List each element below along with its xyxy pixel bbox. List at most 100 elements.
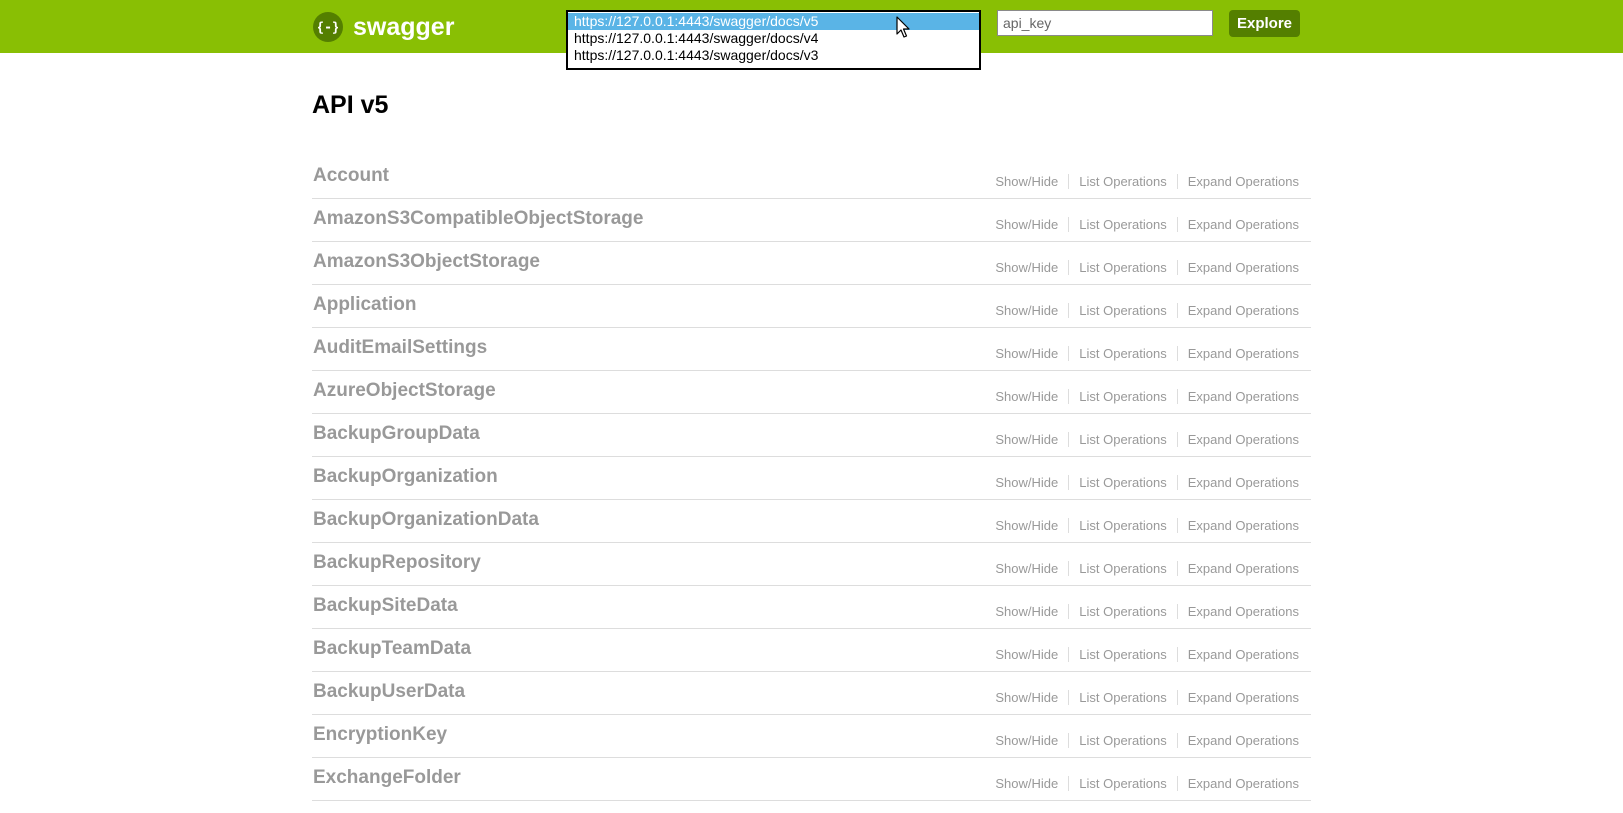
resource-row: BackupRepository Show/Hide List Operations… bbox=[312, 543, 1311, 586]
list-operations-link[interactable]: List Operations bbox=[1069, 690, 1178, 705]
expand-operations-link[interactable]: Expand Operations bbox=[1178, 432, 1299, 447]
resource-row: BackupSiteData Show/Hide List Operations Ex… bbox=[312, 586, 1311, 629]
show-hide-link[interactable]: Show/Hide bbox=[985, 346, 1070, 361]
resource-actions: Show/Hide List Operations Expand Operation… bbox=[985, 217, 1299, 232]
resource-actions: Show/Hide List Operations Expand Operation… bbox=[985, 776, 1299, 791]
show-hide-link[interactable]: Show/Hide bbox=[985, 432, 1070, 447]
resource-name[interactable]: AmazonS3ObjectStorage bbox=[313, 251, 540, 273]
expand-operations-link[interactable]: Expand Operations bbox=[1178, 647, 1299, 662]
show-hide-link[interactable]: Show/Hide bbox=[985, 776, 1070, 791]
expand-operations-link[interactable]: Expand Operations bbox=[1178, 260, 1299, 275]
show-hide-link[interactable]: Show/Hide bbox=[985, 174, 1070, 189]
list-operations-link[interactable]: List Operations bbox=[1069, 518, 1178, 533]
expand-operations-link[interactable]: Expand Operations bbox=[1178, 217, 1299, 232]
resource-name[interactable]: Account bbox=[313, 165, 389, 187]
expand-operations-link[interactable]: Expand Operations bbox=[1178, 303, 1299, 318]
list-operations-link[interactable]: List Operations bbox=[1069, 776, 1178, 791]
resource-actions: Show/Hide List Operations Expand Operation… bbox=[985, 604, 1299, 619]
resource-row: AuditEmailSettings Show/Hide List Operatio… bbox=[312, 328, 1311, 371]
swagger-braces-icon: {-} bbox=[313, 12, 343, 42]
resource-name[interactable]: BackupGroupData bbox=[313, 423, 480, 445]
show-hide-link[interactable]: Show/Hide bbox=[985, 604, 1070, 619]
expand-operations-link[interactable]: Expand Operations bbox=[1178, 389, 1299, 404]
show-hide-link[interactable]: Show/Hide bbox=[985, 733, 1070, 748]
resource-list: Account Show/Hide List Operations Expand Op… bbox=[312, 156, 1311, 801]
url-option[interactable]: https://127.0.0.1:4443/swagger/docs/v3 bbox=[568, 47, 979, 64]
expand-operations-link[interactable]: Expand Operations bbox=[1178, 690, 1299, 705]
resource-name[interactable]: BackupOrganizationData bbox=[313, 509, 539, 531]
logo-text: swagger bbox=[353, 12, 455, 41]
resource-actions: Show/Hide List Operations Expand Operation… bbox=[985, 260, 1299, 275]
list-operations-link[interactable]: List Operations bbox=[1069, 432, 1178, 447]
list-operations-link[interactable]: List Operations bbox=[1069, 174, 1178, 189]
resource-name[interactable]: ExchangeFolder bbox=[313, 767, 461, 789]
expand-operations-link[interactable]: Expand Operations bbox=[1178, 561, 1299, 576]
show-hide-link[interactable]: Show/Hide bbox=[985, 561, 1070, 576]
mouse-pointer-icon bbox=[896, 16, 910, 38]
resource-actions: Show/Hide List Operations Expand Operation… bbox=[985, 432, 1299, 447]
resource-row: ExchangeFolder Show/Hide List Operations Ex… bbox=[312, 758, 1311, 801]
list-operations-link[interactable]: List Operations bbox=[1069, 604, 1178, 619]
list-operations-link[interactable]: List Operations bbox=[1069, 346, 1178, 361]
api-url-dropdown[interactable]: https://127.0.0.1:4443/swagger/docs/v5 h… bbox=[566, 10, 981, 70]
explore-button[interactable]: Explore bbox=[1229, 10, 1300, 37]
resource-row: BackupOrganization Show/Hide List Operatio… bbox=[312, 457, 1311, 500]
resource-row: Application Show/Hide List Operations Expan… bbox=[312, 285, 1311, 328]
list-operations-link[interactable]: List Operations bbox=[1069, 561, 1178, 576]
resource-row: BackupUserData Show/Hide List Operations Ex… bbox=[312, 672, 1311, 715]
show-hide-link[interactable]: Show/Hide bbox=[985, 690, 1070, 705]
show-hide-link[interactable]: Show/Hide bbox=[985, 647, 1070, 662]
top-bar: {-} swagger https://127.0.0.1:4443/swagg… bbox=[0, 0, 1623, 70]
resource-name[interactable]: BackupRepository bbox=[313, 552, 481, 574]
expand-operations-link[interactable]: Expand Operations bbox=[1178, 776, 1299, 791]
show-hide-link[interactable]: Show/Hide bbox=[985, 389, 1070, 404]
resource-actions: Show/Hide List Operations Expand Operation… bbox=[985, 389, 1299, 404]
resource-row: AmazonS3CompatibleObjectStorage Show/Hide… bbox=[312, 199, 1311, 242]
resource-actions: Show/Hide List Operations Expand Operation… bbox=[985, 733, 1299, 748]
list-operations-link[interactable]: List Operations bbox=[1069, 647, 1178, 662]
resource-actions: Show/Hide List Operations Expand Operation… bbox=[985, 647, 1299, 662]
resource-name[interactable]: AmazonS3CompatibleObjectStorage bbox=[313, 208, 643, 230]
resource-name[interactable]: EncryptionKey bbox=[313, 724, 447, 746]
expand-operations-link[interactable]: Expand Operations bbox=[1178, 733, 1299, 748]
expand-operations-link[interactable]: Expand Operations bbox=[1178, 604, 1299, 619]
expand-operations-link[interactable]: Expand Operations bbox=[1178, 346, 1299, 361]
list-operations-link[interactable]: List Operations bbox=[1069, 475, 1178, 490]
resource-actions: Show/Hide List Operations Expand Operation… bbox=[985, 475, 1299, 490]
resource-actions: Show/Hide List Operations Expand Operation… bbox=[985, 690, 1299, 705]
resource-name[interactable]: BackupOrganization bbox=[313, 466, 498, 488]
resource-name[interactable]: BackupUserData bbox=[313, 681, 465, 703]
resource-name[interactable]: BackupTeamData bbox=[313, 638, 471, 660]
show-hide-link[interactable]: Show/Hide bbox=[985, 260, 1070, 275]
resource-actions: Show/Hide List Operations Expand Operation… bbox=[985, 174, 1299, 189]
resource-row: BackupGroupData Show/Hide List Operations E… bbox=[312, 414, 1311, 457]
show-hide-link[interactable]: Show/Hide bbox=[985, 303, 1070, 318]
list-operations-link[interactable]: List Operations bbox=[1069, 260, 1178, 275]
url-option[interactable]: https://127.0.0.1:4443/swagger/docs/v5 bbox=[568, 13, 979, 30]
show-hide-link[interactable]: Show/Hide bbox=[985, 518, 1070, 533]
swagger-logo[interactable]: {-} swagger bbox=[313, 12, 454, 42]
resource-name[interactable]: BackupSiteData bbox=[313, 595, 458, 617]
resource-name[interactable]: Application bbox=[313, 294, 416, 316]
resource-name[interactable]: AuditEmailSettings bbox=[313, 337, 487, 359]
show-hide-link[interactable]: Show/Hide bbox=[985, 217, 1070, 232]
api-key-input[interactable] bbox=[997, 10, 1213, 36]
expand-operations-link[interactable]: Expand Operations bbox=[1178, 518, 1299, 533]
list-operations-link[interactable]: List Operations bbox=[1069, 733, 1178, 748]
resource-row: BackupOrganizationData Show/Hide List Oper… bbox=[312, 500, 1311, 543]
expand-operations-link[interactable]: Expand Operations bbox=[1178, 475, 1299, 490]
resource-actions: Show/Hide List Operations Expand Operation… bbox=[985, 518, 1299, 533]
list-operations-link[interactable]: List Operations bbox=[1069, 217, 1178, 232]
page-title: API v5 bbox=[312, 91, 389, 119]
show-hide-link[interactable]: Show/Hide bbox=[985, 475, 1070, 490]
resource-row: AzureObjectStorage Show/Hide List Operatio… bbox=[312, 371, 1311, 414]
resource-name[interactable]: AzureObjectStorage bbox=[313, 380, 496, 402]
list-operations-link[interactable]: List Operations bbox=[1069, 303, 1178, 318]
resource-actions: Show/Hide List Operations Expand Operation… bbox=[985, 303, 1299, 318]
list-operations-link[interactable]: List Operations bbox=[1069, 389, 1178, 404]
resource-row: AmazonS3ObjectStorage Show/Hide List Opera… bbox=[312, 242, 1311, 285]
resource-row: Account Show/Hide List Operations Expand Op… bbox=[312, 156, 1311, 199]
expand-operations-link[interactable]: Expand Operations bbox=[1178, 174, 1299, 189]
url-option[interactable]: https://127.0.0.1:4443/swagger/docs/v4 bbox=[568, 30, 979, 47]
resource-actions: Show/Hide List Operations Expand Operation… bbox=[985, 346, 1299, 361]
